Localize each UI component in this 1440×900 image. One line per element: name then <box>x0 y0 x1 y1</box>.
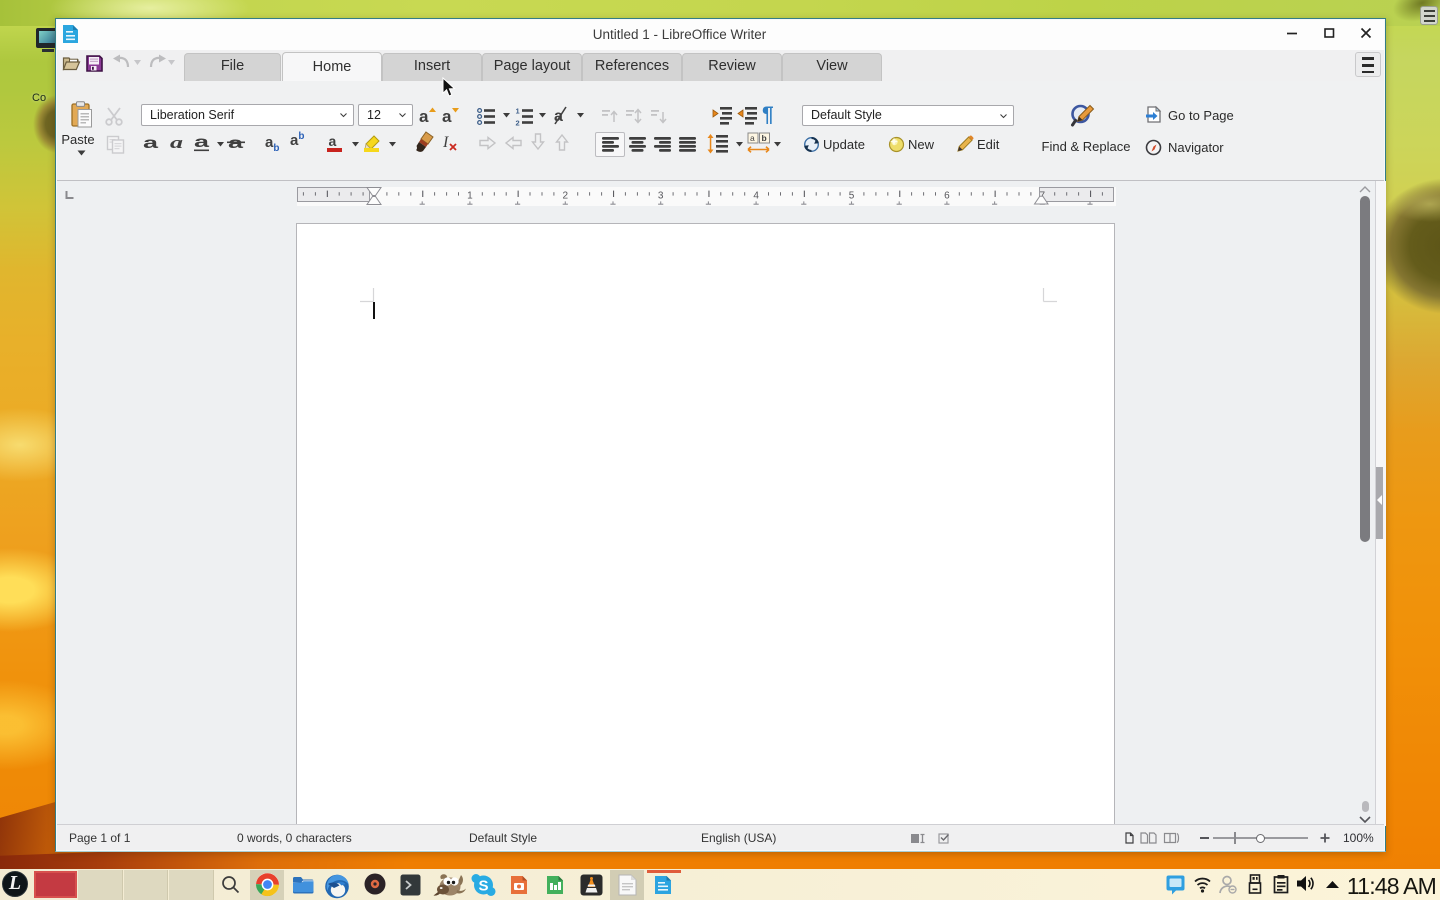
svg-text:a: a <box>194 134 209 151</box>
svg-text:a: a <box>442 107 452 126</box>
svg-text:I: I <box>442 134 449 151</box>
svg-text:6: 6 <box>944 191 950 202</box>
svg-text:1: 1 <box>516 107 520 116</box>
svg-text:b: b <box>762 133 767 143</box>
svg-text:1: 1 <box>467 191 473 202</box>
svg-text:2: 2 <box>516 119 520 127</box>
svg-text:S: S <box>478 878 488 895</box>
svg-text:3: 3 <box>658 191 664 202</box>
svg-text:2: 2 <box>563 191 569 202</box>
svg-text:4: 4 <box>753 191 759 202</box>
svg-text:a: a <box>419 107 429 126</box>
svg-text:a: a <box>750 133 755 143</box>
svg-text:a: a <box>170 133 184 152</box>
svg-text:a: a <box>228 135 243 152</box>
svg-text:a: a <box>143 135 158 152</box>
svg-text:a: a <box>329 133 337 149</box>
svg-text:5: 5 <box>849 191 855 202</box>
